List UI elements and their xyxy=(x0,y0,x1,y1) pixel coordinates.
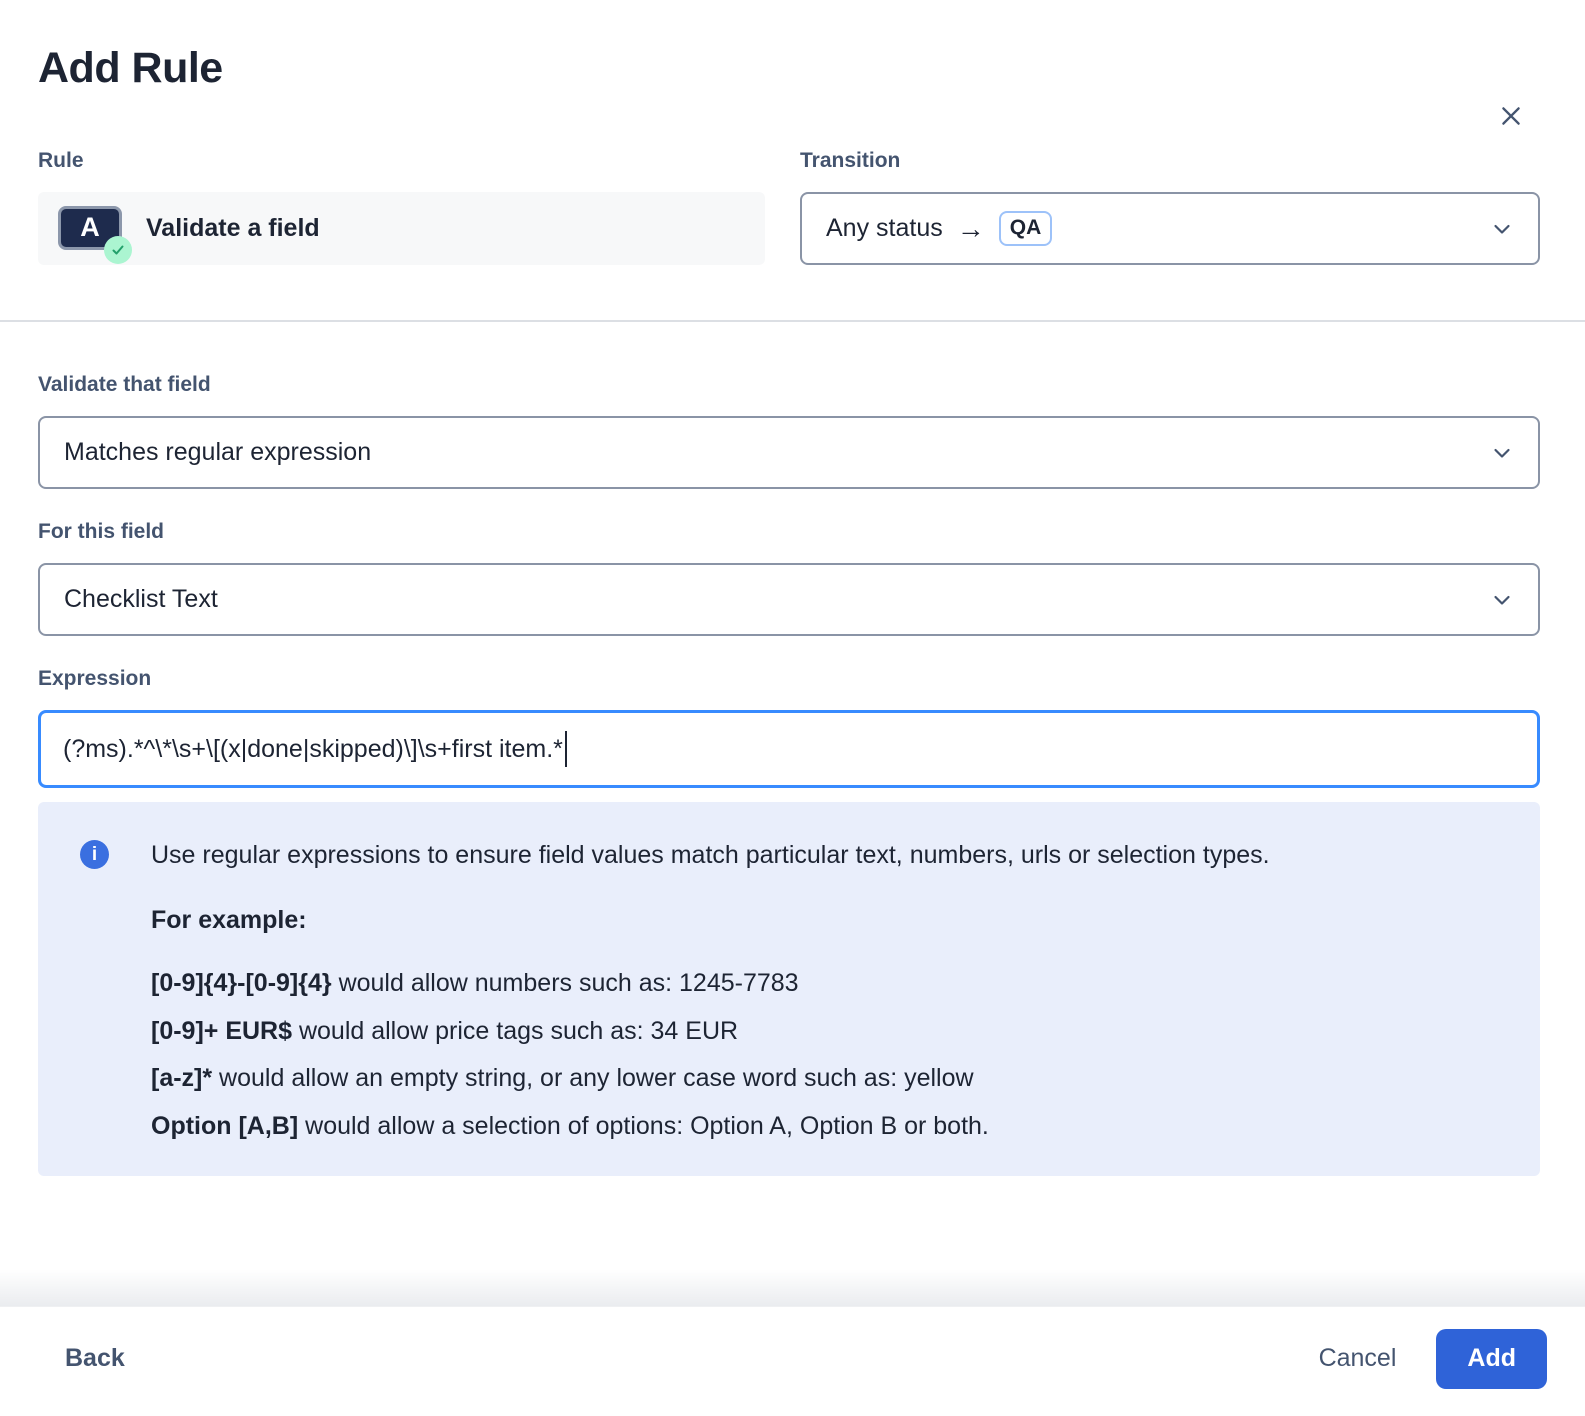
validate-that-field-value: Matches regular expression xyxy=(64,438,371,467)
text-caret xyxy=(565,731,567,767)
for-this-field-select[interactable]: Checklist Text xyxy=(38,563,1540,636)
rule-card: A Validate a field xyxy=(38,192,765,265)
chevron-down-icon xyxy=(1490,441,1514,465)
back-button[interactable]: Back xyxy=(65,1344,125,1373)
modal-footer: Back Cancel Add xyxy=(0,1307,1585,1416)
regex-example-pattern: [0-9]{4}-[0-9]{4} xyxy=(151,969,332,997)
regex-examples-heading: For example: xyxy=(151,906,1500,935)
regex-example-row: [0-9]{4}-[0-9]{4} would allow numbers su… xyxy=(151,960,1500,1008)
regex-example-row: Option [A,B] would allow a selection of … xyxy=(151,1103,1500,1151)
transition-select[interactable]: Any status → QA xyxy=(800,192,1540,265)
modal-title: Add Rule xyxy=(38,42,1540,94)
add-rule-modal: Add Rule Rule A xyxy=(0,42,1585,1176)
regex-example-row: [0-9]+ EUR$ would allow price tags such … xyxy=(151,1008,1500,1056)
expression-value: (?ms).*^\*\s+\[(x|done|skipped)\]\s+firs… xyxy=(63,735,563,764)
info-icon: i xyxy=(80,840,109,869)
for-this-field-label: For this field xyxy=(38,519,1540,545)
regex-example-description: would allow a selection of options: Opti… xyxy=(298,1112,989,1140)
regex-example-row: [a-z]* would allow an empty string, or a… xyxy=(151,1055,1500,1103)
regex-example-description: would allow price tags such as: 34 EUR xyxy=(292,1017,738,1045)
regex-examples-list: [0-9]{4}-[0-9]{4} would allow numbers su… xyxy=(151,960,1500,1150)
transition-column: Transition Any status → QA xyxy=(800,148,1540,265)
rule-column: Rule A Validate a field xyxy=(38,148,765,265)
status-badge: QA xyxy=(999,211,1053,246)
footer-scroll-shadow xyxy=(0,1269,1585,1307)
close-icon xyxy=(1498,103,1524,129)
add-button[interactable]: Add xyxy=(1436,1329,1547,1389)
expression-input[interactable]: (?ms).*^\*\s+\[(x|done|skipped)\]\s+firs… xyxy=(38,710,1540,788)
cancel-button[interactable]: Cancel xyxy=(1319,1344,1397,1373)
validate-that-field-label: Validate that field xyxy=(38,372,1540,398)
field-letter: A xyxy=(80,212,100,243)
validate-field-icon: A xyxy=(58,206,122,252)
regex-example-description: would allow an empty string, or any lowe… xyxy=(212,1064,973,1092)
section-divider xyxy=(0,320,1585,322)
rule-transition-row: Rule A Validate a field xyxy=(38,148,1540,265)
regex-example-pattern: [a-z]* xyxy=(151,1064,212,1092)
check-badge-icon xyxy=(104,236,132,264)
regex-example-pattern: Option [A,B] xyxy=(151,1112,298,1140)
arrow-right-icon: → xyxy=(957,213,985,245)
chevron-down-icon xyxy=(1490,217,1514,241)
regex-help-panel: i Use regular expressions to ensure fiel… xyxy=(38,802,1540,1176)
rule-name: Validate a field xyxy=(146,214,320,243)
regex-example-pattern: [0-9]+ EUR$ xyxy=(151,1017,292,1045)
transition-label: Transition xyxy=(800,148,1540,174)
regex-help-body: Use regular expressions to ensure field … xyxy=(151,840,1500,1150)
expression-label: Expression xyxy=(38,666,1540,692)
close-button[interactable] xyxy=(1489,94,1533,138)
regex-help-intro: Use regular expressions to ensure field … xyxy=(151,840,1500,870)
regex-example-description: would allow numbers such as: 1245-7783 xyxy=(332,969,799,997)
rule-label: Rule xyxy=(38,148,765,174)
for-this-field-value: Checklist Text xyxy=(64,585,218,614)
chevron-down-icon xyxy=(1490,588,1514,612)
transition-from: Any status xyxy=(826,214,943,243)
validate-that-field-select[interactable]: Matches regular expression xyxy=(38,416,1540,489)
